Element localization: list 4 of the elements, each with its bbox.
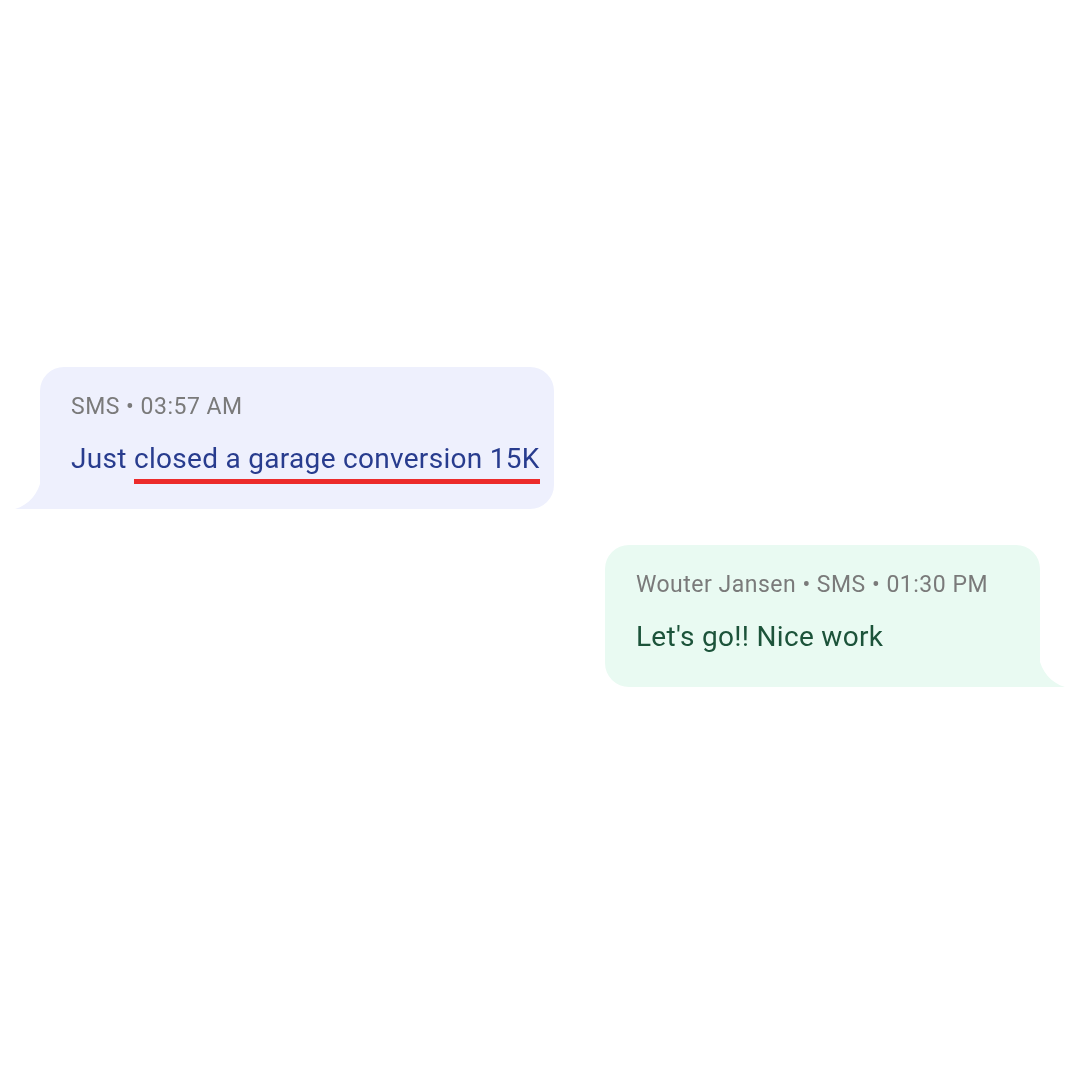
message-meta: Wouter Jansen • SMS • 01:30 PM [635,571,988,598]
message-text: Let's go!! Nice work [635,620,885,655]
message-meta: SMS • 03:57 AM [71,393,243,420]
message-text: Just closed a garage conversion 15K [71,442,540,487]
